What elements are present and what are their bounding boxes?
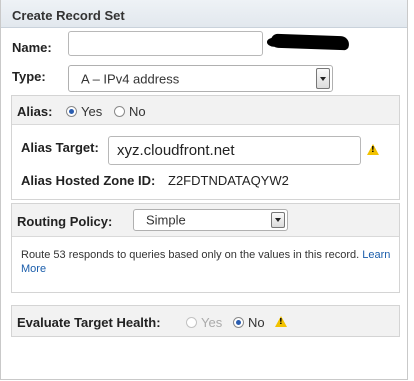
create-record-set-panel: Create Record Set Name: Type: A – IPv4 a… xyxy=(0,0,408,380)
routing-section-header: Routing Policy: Simple xyxy=(12,204,399,237)
alias-no-label[interactable]: No xyxy=(129,104,146,119)
alias-section-header: Alias: Yes No xyxy=(12,96,399,125)
redaction-scribble xyxy=(270,33,350,51)
type-select[interactable]: A – IPv4 address xyxy=(68,65,333,92)
alias-target-label: Alias Target: xyxy=(21,140,99,155)
warning-icon xyxy=(275,316,287,327)
health-section: Evaluate Target Health: Yes No xyxy=(11,305,400,337)
routing-policy-select[interactable]: Simple xyxy=(133,209,288,231)
panel-title: Create Record Set xyxy=(12,8,125,23)
alias-target-input[interactable] xyxy=(108,136,361,165)
type-select-value: A – IPv4 address xyxy=(81,71,180,86)
warning-icon xyxy=(367,144,379,155)
health-yes-label: Yes xyxy=(201,315,223,330)
type-label: Type: xyxy=(12,69,46,84)
chevron-down-icon[interactable] xyxy=(271,212,285,228)
alias-no-radio[interactable] xyxy=(114,106,125,117)
panel-header: Create Record Set xyxy=(1,0,407,28)
alias-hosted-zone-value: Z2FDTNDATAQYW2 xyxy=(168,173,289,188)
alias-section: Alias: Yes No Alias Target: Alias Hosted… xyxy=(11,95,400,200)
routing-policy-value: Simple xyxy=(146,212,186,228)
health-no-label[interactable]: No xyxy=(248,315,265,330)
routing-description: Route 53 responds to queries based only … xyxy=(21,248,393,276)
name-input[interactable] xyxy=(68,31,263,56)
alias-yes-radio[interactable] xyxy=(66,106,77,117)
alias-label: Alias: xyxy=(17,104,53,119)
health-no-radio[interactable] xyxy=(233,317,244,328)
alias-yes-label[interactable]: Yes xyxy=(81,104,102,119)
evaluate-health-label: Evaluate Target Health: xyxy=(17,315,161,330)
alias-hosted-zone-label: Alias Hosted Zone ID: xyxy=(21,173,156,188)
health-section-header: Evaluate Target Health: Yes No xyxy=(12,306,399,336)
name-label: Name: xyxy=(12,40,52,55)
routing-policy-label: Routing Policy: xyxy=(17,214,113,229)
routing-section: Routing Policy: Simple Route 53 responds… xyxy=(11,203,400,293)
chevron-down-icon[interactable] xyxy=(316,68,330,89)
health-yes-radio xyxy=(186,317,197,328)
routing-description-text: Route 53 responds to queries based only … xyxy=(21,249,360,261)
